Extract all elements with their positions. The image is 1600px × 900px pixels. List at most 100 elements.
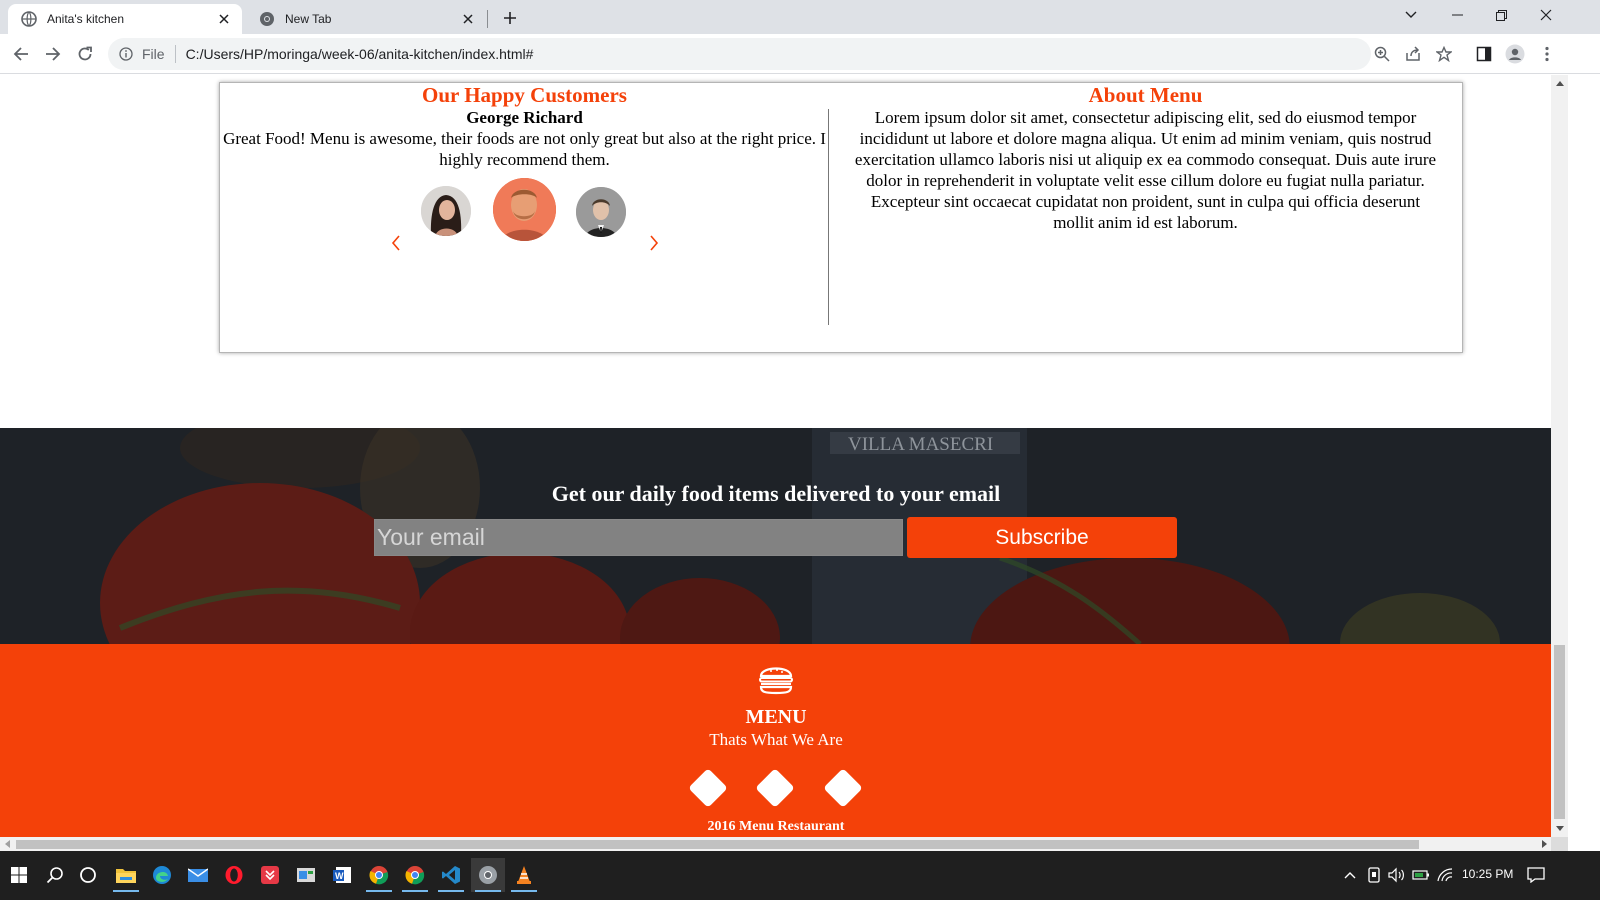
browser-toolbar: File C:/Users/HP/moringa/week-06/anita-k… [0,34,1600,74]
close-tab-icon[interactable] [458,9,478,29]
newsletter-section: VILLA MASECRI Get our daily food items d… [0,428,1552,644]
back-arrow-icon [13,47,28,61]
side-panel-icon[interactable] [1470,40,1498,68]
scroll-left-arrow-icon[interactable] [0,837,14,851]
about-section: About Menu Lorem ipsum dolor sit amet, c… [829,83,1462,352]
svg-text:VILLA MASECRI: VILLA MASECRI [848,434,993,455]
carousel-next-button[interactable] [647,233,661,253]
close-tab-icon[interactable] [214,9,234,29]
avatar-customer-3[interactable] [576,187,626,237]
app-red-icon[interactable] [253,858,287,892]
tab-new-tab[interactable]: New Tab [246,4,486,34]
testimonials-about-card: Our Happy Customers George Richard Great… [219,82,1463,353]
avatar-customer-2-active[interactable] [493,178,556,241]
scroll-right-arrow-icon[interactable] [1537,837,1551,851]
profile-icon[interactable] [1501,40,1529,68]
forward-button[interactable] [39,40,67,68]
subscribe-button[interactable]: Subscribe [907,517,1177,558]
app-window-icon[interactable] [289,858,323,892]
url-text: C:/Users/HP/moringa/week-06/anita-kitche… [185,46,534,62]
testimonials-title: Our Happy Customers [422,83,627,107]
reload-button[interactable] [71,40,99,68]
browser-tab-bar: Anita's kitchen New Tab [0,0,1600,34]
burger-icon [757,662,795,696]
restore-button[interactable] [1478,0,1524,30]
scroll-up-arrow-icon[interactable] [1551,75,1568,92]
horizontal-scroll-thumb[interactable] [16,840,1419,849]
social-link-1[interactable] [686,766,730,810]
about-title: About Menu [1088,83,1203,107]
windows-taskbar: W 10:25 PM [0,851,1600,900]
avatar-customer-1[interactable] [421,186,471,236]
device-icon[interactable] [1365,866,1383,884]
customer-avatars [220,178,829,248]
address-separator [174,45,176,63]
footer-tagline: Thats What We Are [709,730,843,749]
site-footer: MENU Thats What We Are 2016 Menu Restaur… [0,644,1552,837]
vscode-icon[interactable] [434,858,468,892]
email-input[interactable] [374,519,903,556]
running-indicator [511,890,537,892]
edge-icon[interactable] [145,858,179,892]
zoom-icon[interactable] [1371,43,1393,65]
reload-icon [78,46,92,61]
page-viewport: Our Happy Customers George Richard Great… [0,75,1568,837]
forward-arrow-icon [46,47,61,61]
mail-icon[interactable] [181,858,215,892]
scroll-down-arrow-icon[interactable] [1551,820,1568,837]
tab-title: Anita's kitchen [47,12,124,26]
chrome-taskbar-icon-active[interactable] [471,858,505,892]
chrome-taskbar-icon-2[interactable] [398,858,432,892]
newsletter-heading: Get our daily food items delivered to yo… [551,481,1001,506]
scrollbar-corner [1551,837,1568,851]
kebab-menu-icon[interactable] [1533,40,1561,68]
volume-icon[interactable] [1388,866,1406,884]
opera-icon[interactable] [217,858,251,892]
info-icon[interactable] [118,46,134,62]
notifications-icon[interactable] [1527,866,1545,884]
share-icon[interactable] [1402,43,1424,65]
customer-name: George Richard [466,108,583,127]
taskbar-clock[interactable]: 10:25 PM [1462,867,1513,881]
chevron-up-icon[interactable] [1341,866,1359,884]
search-icon[interactable] [38,858,72,892]
svg-text:W: W [335,871,344,881]
bookmark-star-icon[interactable] [1433,43,1455,65]
wifi-icon[interactable] [1436,866,1454,884]
tab-anitas-kitchen[interactable]: Anita's kitchen [8,4,242,34]
restore-icon [1495,9,1507,21]
chevron-right-icon [650,235,659,251]
carousel-prev-button[interactable] [389,233,403,253]
tab-separator [487,10,488,28]
close-icon [1540,9,1552,21]
plus-icon [504,12,516,24]
scheme-label: File [142,46,165,62]
running-indicator [113,890,139,892]
chrome-taskbar-icon-1[interactable] [362,858,396,892]
testimonials-section: Our Happy Customers George Richard Great… [220,83,829,352]
social-link-2[interactable] [753,766,797,810]
chevron-down-icon [1405,11,1417,18]
chrome-icon [259,11,275,27]
minimize-button[interactable] [1434,0,1480,30]
back-button[interactable] [7,40,35,68]
tab-search-button[interactable] [1388,0,1434,30]
vertical-scrollbar[interactable] [1551,75,1568,837]
tab-title: New Tab [285,12,332,26]
footer-copyright: 2016 Menu Restaurant [707,819,845,834]
horizontal-scrollbar[interactable] [0,837,1551,851]
file-explorer-icon[interactable] [109,858,143,892]
vertical-scroll-thumb[interactable] [1554,645,1565,819]
address-bar[interactable]: File C:/Users/HP/moringa/week-06/anita-k… [108,38,1371,70]
close-window-button[interactable] [1523,0,1569,30]
social-link-3[interactable] [821,766,865,810]
customer-quote: Great Food! Menu is awesome, their foods… [223,129,826,169]
vlc-icon[interactable] [507,858,541,892]
battery-icon[interactable] [1412,866,1430,884]
new-tab-button[interactable] [496,6,524,30]
cortana-icon[interactable] [71,858,105,892]
minimize-icon [1451,14,1463,16]
word-icon[interactable]: W [325,858,359,892]
windows-start-icon[interactable] [2,858,36,892]
globe-icon [21,11,37,27]
